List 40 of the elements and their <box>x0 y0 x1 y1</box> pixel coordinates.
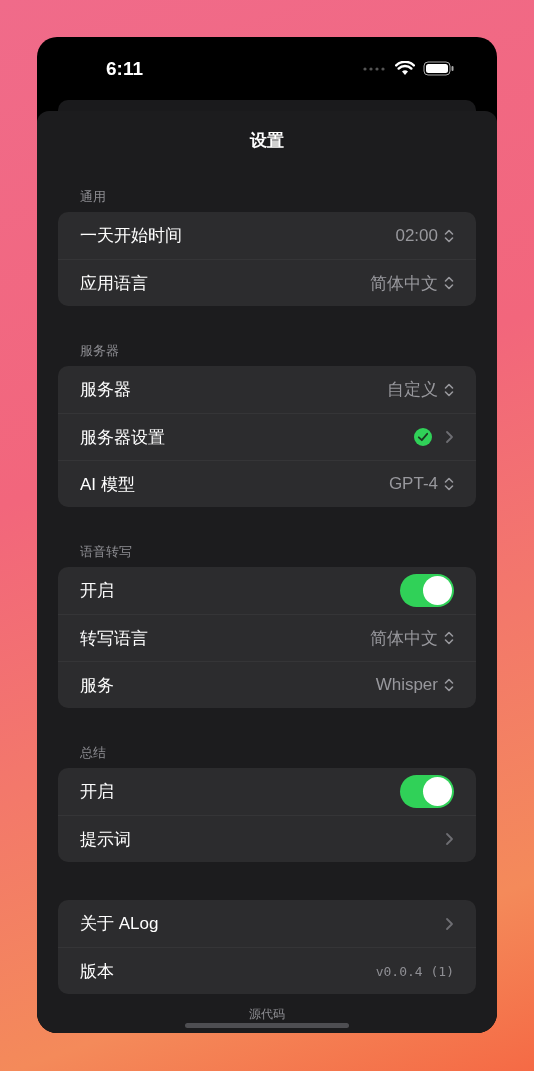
picker-button[interactable]: 简体中文 <box>370 626 454 650</box>
toggle-switch[interactable] <box>400 775 454 808</box>
chevron-right-icon <box>445 832 454 846</box>
section-header: 语音转写 <box>79 544 133 560</box>
up-down-chevron-icon <box>444 678 454 692</box>
source-code-link[interactable]: 源代码 <box>249 1006 285 1023</box>
picker-button[interactable]: 自定义 <box>387 378 454 401</box>
wifi-icon <box>395 61 415 76</box>
row-label: 应用语言 <box>80 272 148 295</box>
section-header: 通用 <box>79 189 107 205</box>
up-down-chevron-icon <box>444 228 454 243</box>
signal-icon <box>363 66 387 71</box>
picker-button[interactable]: 02:00 <box>395 225 454 246</box>
picker-button[interactable]: GPT-4 <box>388 474 454 494</box>
up-down-chevron-icon <box>444 276 454 290</box>
toggle-switch[interactable] <box>400 574 454 607</box>
up-down-chevron-icon <box>444 477 454 491</box>
link-row[interactable]: 服务器设置 <box>58 413 476 460</box>
section-header: 总结 <box>79 745 107 761</box>
up-down-chevron-icon <box>444 382 454 397</box>
row-label: 服务 <box>80 674 114 697</box>
row-label: 版本 <box>80 960 114 983</box>
up-down-chevron-icon <box>444 631 454 645</box>
row-label: 一天开始时间 <box>80 225 182 247</box>
row-label: 转写语言 <box>80 627 148 650</box>
chevron-right-icon <box>445 916 454 931</box>
picker-button[interactable]: 简体中文 <box>370 271 454 295</box>
link-row[interactable]: 关于 ALog <box>58 900 476 947</box>
version-text: v0.0.4 (1) <box>375 963 454 979</box>
status-time: 6:11 <box>106 57 143 80</box>
section-header: 服务器 <box>79 343 120 359</box>
row-label: 服务器 <box>80 379 131 401</box>
sheet-title: 设置 <box>248 130 285 152</box>
picker-button[interactable]: Whisper <box>375 675 454 695</box>
row-label: 开启 <box>80 781 114 803</box>
row-label: AI 模型 <box>80 473 135 496</box>
battery-icon <box>423 61 454 76</box>
chevron-right-icon <box>445 430 454 444</box>
link-row[interactable]: 提示词 <box>58 815 476 862</box>
row-label: 开启 <box>80 580 114 602</box>
